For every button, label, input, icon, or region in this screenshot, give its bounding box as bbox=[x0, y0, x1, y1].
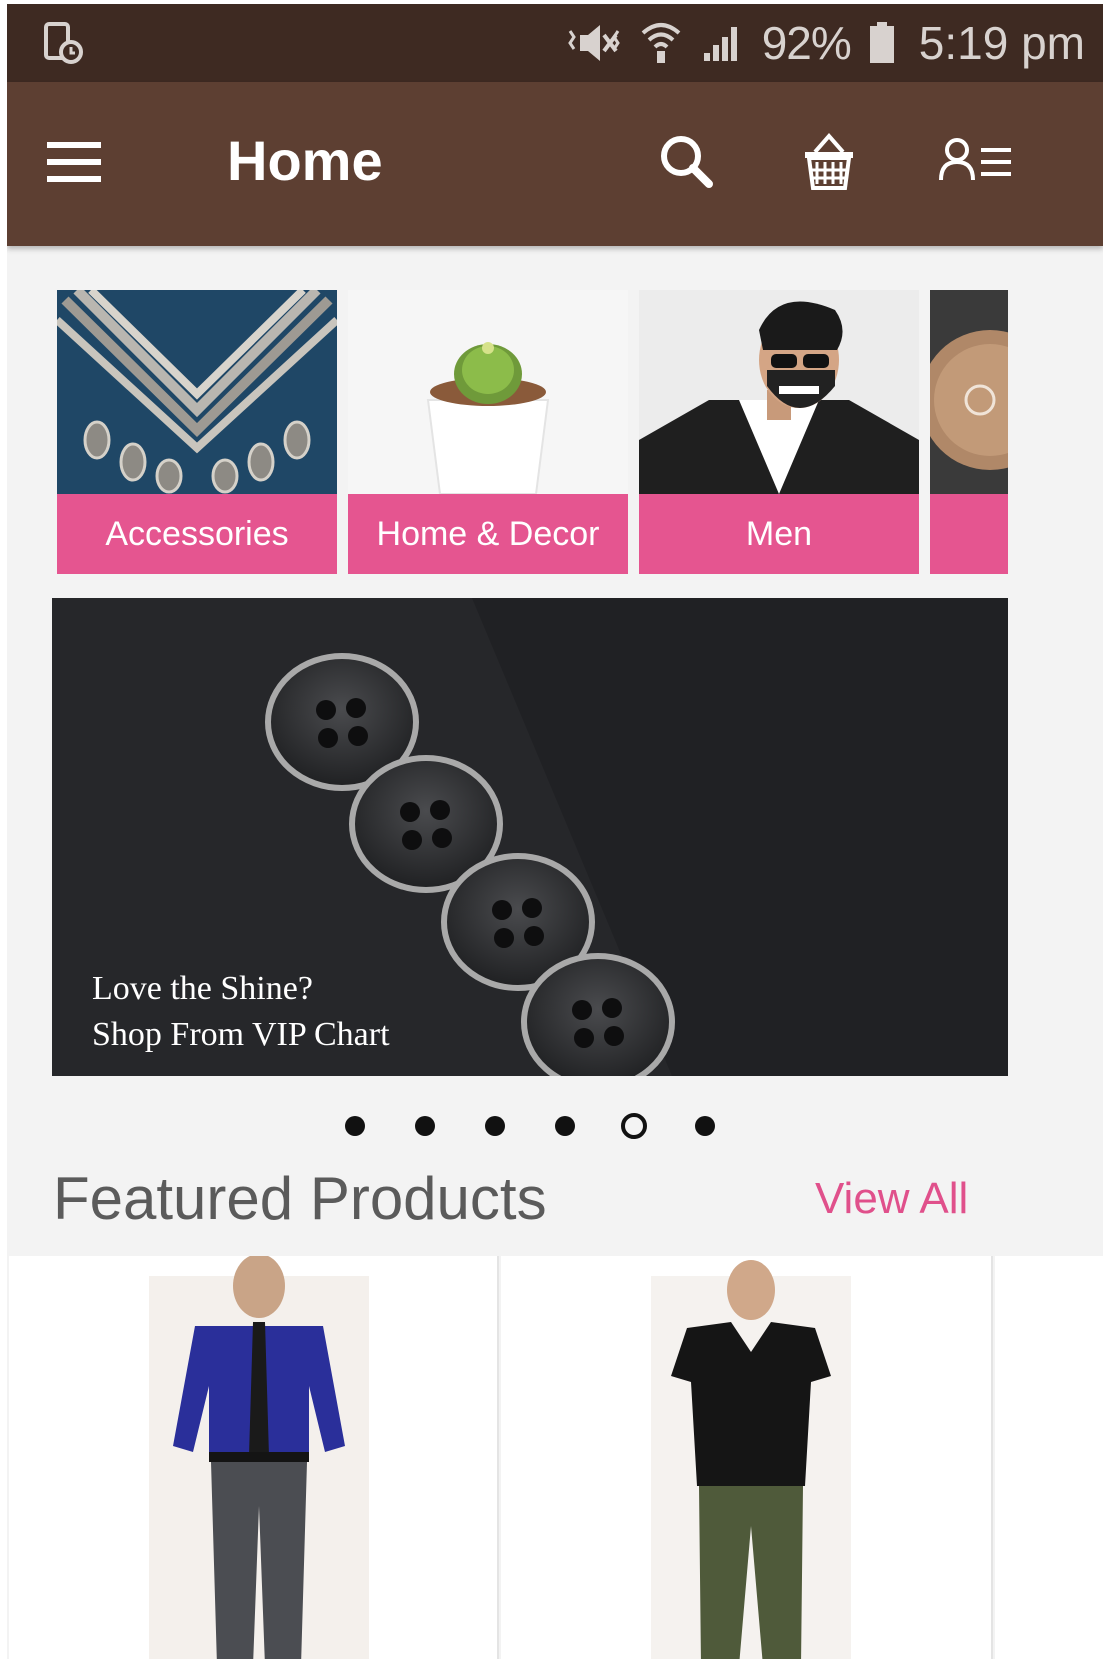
promo-banner[interactable]: Love the Shine? Shop From VIP Chart bbox=[52, 598, 1008, 1076]
carousel-dot-active[interactable] bbox=[621, 1113, 647, 1139]
category-label bbox=[930, 494, 1008, 574]
carousel-dot[interactable] bbox=[415, 1116, 435, 1136]
signal-icon bbox=[700, 23, 744, 63]
featured-products-list bbox=[7, 1256, 1103, 1659]
carousel-dot[interactable] bbox=[345, 1116, 365, 1136]
account-menu-icon[interactable] bbox=[937, 126, 1011, 198]
product-card-partial[interactable] bbox=[995, 1256, 1103, 1659]
category-image bbox=[348, 290, 628, 495]
search-icon[interactable] bbox=[651, 126, 723, 198]
category-label: Men bbox=[639, 494, 919, 574]
carousel-dot[interactable] bbox=[695, 1116, 715, 1136]
banner-caption-line-2: Shop From VIP Chart bbox=[92, 1016, 390, 1053]
category-card-accessories[interactable]: Accessories bbox=[57, 290, 337, 574]
status-icons: 92% 5:19 pm bbox=[566, 17, 1085, 69]
category-card-home-decor[interactable]: Home & Decor bbox=[348, 290, 628, 574]
menu-icon[interactable] bbox=[43, 134, 107, 190]
category-label: Home & Decor bbox=[348, 494, 628, 574]
section-title: Featured Products bbox=[53, 1165, 547, 1232]
product-card[interactable] bbox=[501, 1256, 993, 1659]
battery-icon bbox=[869, 22, 895, 64]
wifi-icon bbox=[640, 21, 682, 65]
category-carousel[interactable]: Accessories Home & Decor Men bbox=[57, 290, 1069, 578]
category-card-partial[interactable] bbox=[930, 290, 1008, 574]
product-image bbox=[9, 1256, 497, 1659]
category-image bbox=[930, 290, 1008, 494]
app-screen: 92% 5:19 pm Home Accessories Home & Deco… bbox=[7, 4, 1103, 1659]
category-image bbox=[639, 290, 919, 494]
carousel-indicators bbox=[7, 1108, 1103, 1144]
battery-percent: 92% bbox=[761, 17, 852, 69]
basket-icon[interactable] bbox=[793, 126, 865, 198]
product-card[interactable] bbox=[9, 1256, 499, 1659]
category-image bbox=[57, 290, 337, 494]
status-bar: 92% 5:19 pm bbox=[7, 4, 1103, 82]
app-toolbar: Home bbox=[7, 82, 1103, 246]
view-all-link[interactable]: View All bbox=[815, 1174, 968, 1224]
carousel-dot[interactable] bbox=[485, 1116, 505, 1136]
clock: 5:19 pm bbox=[918, 17, 1085, 69]
banner-caption-line-1: Love the Shine? bbox=[92, 970, 313, 1007]
carousel-dot[interactable] bbox=[555, 1116, 575, 1136]
page-title: Home bbox=[227, 129, 383, 192]
product-image bbox=[501, 1256, 991, 1659]
mute-icon bbox=[566, 23, 622, 63]
screenshot-icon bbox=[43, 22, 83, 64]
banner-caption: Love the Shine? Shop From VIP Chart bbox=[92, 966, 390, 1058]
category-label: Accessories bbox=[57, 494, 337, 574]
category-card-men[interactable]: Men bbox=[639, 290, 919, 574]
